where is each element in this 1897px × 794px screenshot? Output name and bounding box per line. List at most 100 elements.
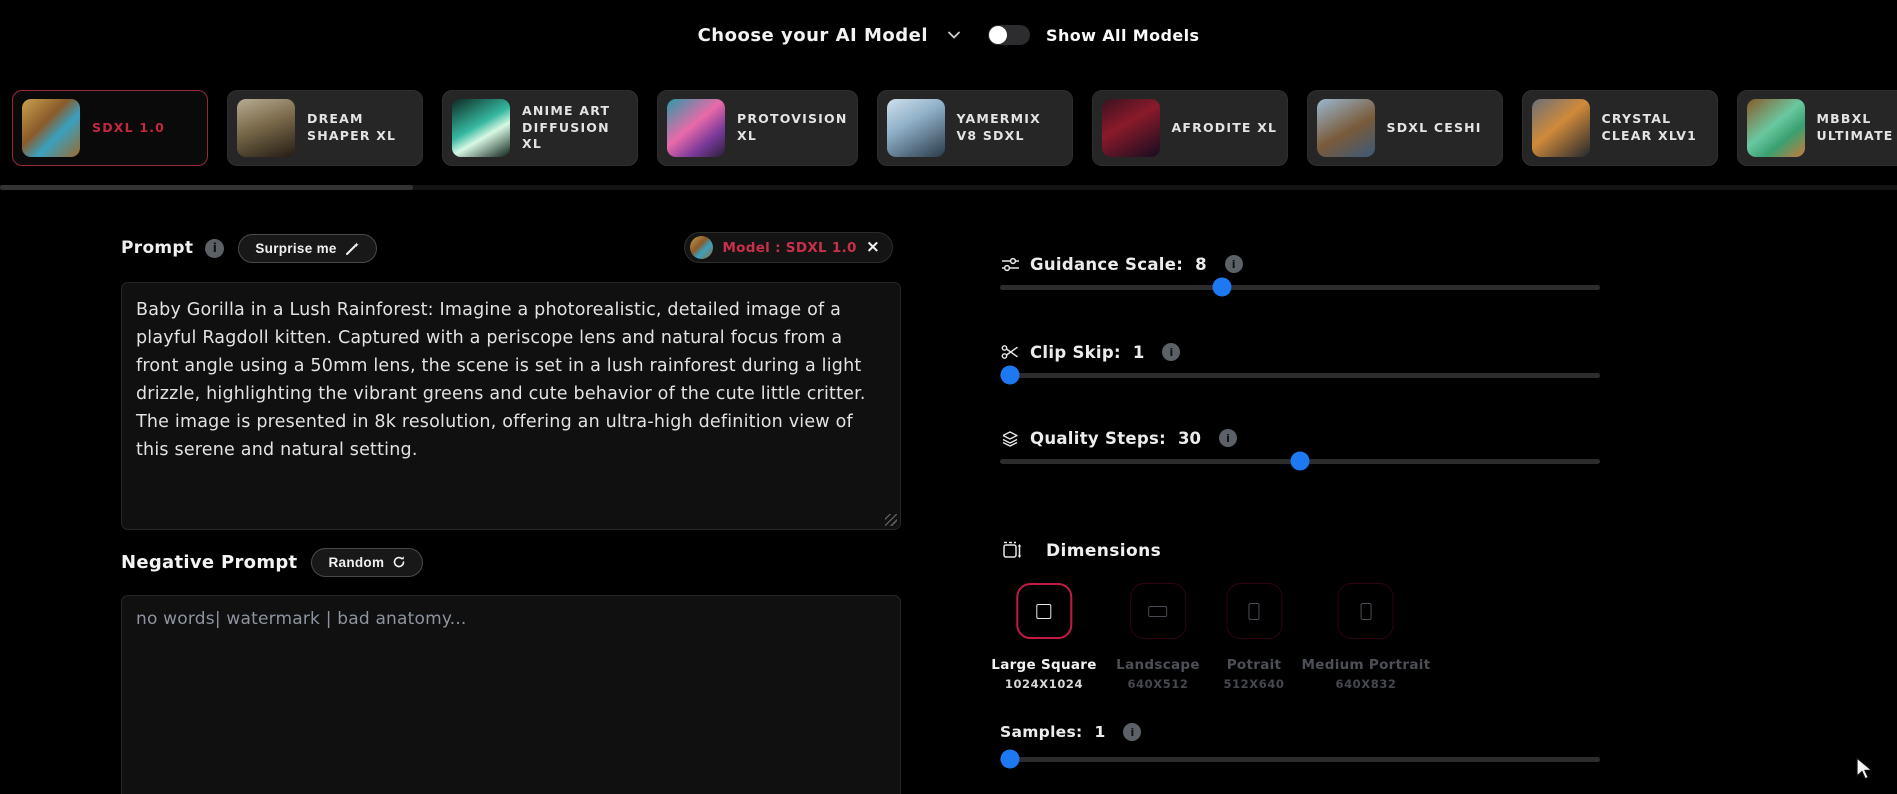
slider-thumb[interactable] bbox=[1001, 366, 1020, 385]
model-card-sdxl-1-0[interactable]: SDXL 1.0 bbox=[12, 90, 208, 166]
samples-value: 1 bbox=[1095, 723, 1106, 741]
prompt-panel: Prompt i Surprise me Model : SDXL 1.0 × … bbox=[121, 232, 901, 794]
guidance-scale-row: Guidance Scale: 8 i bbox=[1000, 253, 1600, 275]
chevron-down-icon[interactable] bbox=[946, 27, 962, 43]
model-name: YAMERMIX V8 SDXL bbox=[957, 111, 1063, 145]
dimension-option-portrait[interactable]: Potrait 512X640 bbox=[1223, 583, 1284, 691]
dimension-size: 640X832 bbox=[1302, 677, 1431, 691]
dimension-option-landscape[interactable]: Landscape 640X512 bbox=[1116, 583, 1200, 691]
selected-model-badge[interactable]: Model : SDXL 1.0 × bbox=[684, 232, 893, 263]
carousel-scrollbar-thumb[interactable] bbox=[0, 185, 413, 190]
clip-skip-label: Clip Skip: bbox=[1030, 343, 1121, 362]
negative-prompt-textarea[interactable]: no words| watermark | bad anatomy... bbox=[121, 595, 901, 794]
samples-row: Samples: 1 i bbox=[1000, 721, 1600, 743]
info-icon[interactable]: i bbox=[1162, 343, 1180, 361]
generation-settings-panel: Guidance Scale: 8 i Clip Sk bbox=[1000, 253, 1600, 794]
model-name: SDXL 1.0 bbox=[92, 120, 165, 137]
clip-skip-slider[interactable] bbox=[1000, 365, 1600, 385]
guidance-scale-value: 8 bbox=[1195, 255, 1206, 274]
model-card-protovision-xl[interactable]: PROTOVISION XL bbox=[657, 90, 858, 166]
clip-skip-setting: Clip Skip: 1 i bbox=[1000, 341, 1600, 363]
model-thumbnail bbox=[887, 99, 945, 157]
layers-icon bbox=[1000, 430, 1020, 447]
slider-thumb[interactable] bbox=[1291, 452, 1310, 471]
negative-prompt-label: Negative Prompt bbox=[121, 552, 297, 573]
negative-prompt-placeholder: no words| watermark | bad anatomy... bbox=[136, 609, 886, 629]
prompt-textarea[interactable]: Baby Gorilla in a Lush Rainforest: Imagi… bbox=[121, 282, 901, 530]
info-icon[interactable]: i bbox=[1219, 429, 1237, 447]
surprise-me-label: Surprise me bbox=[255, 241, 336, 256]
show-all-models-toggle[interactable] bbox=[988, 25, 1030, 45]
model-card-mbbxl-ultimate[interactable]: MBBXL ULTIMATE bbox=[1737, 90, 1897, 166]
model-carousel: SDXL 1.0 DREAM SHAPER XL ANIME ART DIFFU… bbox=[12, 90, 1897, 168]
show-all-models-label: Show All Models bbox=[1046, 26, 1199, 45]
model-name: PROTOVISION XL bbox=[737, 111, 848, 145]
model-thumbnail bbox=[1532, 99, 1590, 157]
info-icon[interactable]: i bbox=[1225, 255, 1243, 273]
model-name: MBBXL ULTIMATE bbox=[1817, 111, 1897, 145]
random-label: Random bbox=[328, 555, 384, 570]
dimension-name: Medium Portrait bbox=[1302, 657, 1431, 673]
samples-slider[interactable] bbox=[1000, 749, 1600, 769]
samples-label: Samples: bbox=[1000, 723, 1083, 741]
model-card-sdxl-ceshi[interactable]: SDXL CESHI bbox=[1307, 90, 1503, 166]
model-thumbnail bbox=[667, 99, 725, 157]
adjustments-icon bbox=[1000, 256, 1020, 273]
quality-steps-row: Quality Steps: 30 i bbox=[1000, 427, 1600, 449]
quality-steps-label: Quality Steps: bbox=[1030, 429, 1166, 448]
model-card-anime-art-diffusion-xl[interactable]: ANIME ART DIFFUSION XL bbox=[442, 90, 638, 166]
surprise-me-button[interactable]: Surprise me bbox=[238, 234, 376, 263]
close-icon[interactable]: × bbox=[866, 239, 880, 256]
portrait-icon bbox=[1226, 583, 1282, 639]
resize-grip-icon[interactable] bbox=[885, 514, 897, 526]
info-icon[interactable]: i bbox=[1123, 723, 1141, 741]
clip-skip-row: Clip Skip: 1 i bbox=[1000, 341, 1600, 363]
info-icon[interactable]: i bbox=[205, 239, 224, 258]
model-name: ANIME ART DIFFUSION XL bbox=[522, 103, 628, 154]
dimension-option-medium-portrait[interactable]: Medium Portrait 640X832 bbox=[1302, 583, 1431, 691]
carousel-scrollbar[interactable] bbox=[0, 185, 1897, 190]
medium-portrait-icon bbox=[1338, 583, 1394, 639]
toggle-knob bbox=[989, 26, 1007, 44]
clip-skip-value: 1 bbox=[1133, 343, 1144, 362]
model-thumbnail bbox=[1102, 99, 1160, 157]
guidance-scale-slider[interactable] bbox=[1000, 277, 1600, 297]
dimension-name: Landscape bbox=[1116, 657, 1200, 673]
slider-track bbox=[1000, 757, 1600, 762]
model-thumbnail bbox=[1317, 99, 1375, 157]
model-picker-header: Choose your AI Model Show All Models bbox=[0, 0, 1897, 70]
model-thumbnail bbox=[22, 99, 80, 157]
slider-thumb[interactable] bbox=[1001, 750, 1020, 769]
model-card-crystal-clear-xlv1[interactable]: CRYSTAL CLEAR XLV1 bbox=[1522, 90, 1718, 166]
quality-steps-setting: Quality Steps: 30 i bbox=[1000, 427, 1600, 449]
guidance-scale-setting: Guidance Scale: 8 i bbox=[1000, 253, 1600, 275]
dimension-name: Large Square bbox=[991, 657, 1096, 673]
refresh-icon bbox=[392, 555, 406, 569]
model-card-yamermix-v8-sdxl[interactable]: YAMERMIX V8 SDXL bbox=[877, 90, 1073, 166]
slider-track bbox=[1000, 373, 1600, 378]
random-button[interactable]: Random bbox=[311, 548, 423, 577]
dimensions-label: Dimensions bbox=[1046, 541, 1161, 561]
dimensions-header: Dimensions bbox=[1002, 541, 1161, 561]
model-badge-label: Model : SDXL 1.0 bbox=[722, 240, 856, 256]
model-thumbnail bbox=[1747, 99, 1805, 157]
model-card-afrodite-xl[interactable]: AFRODITE XL bbox=[1092, 90, 1288, 166]
dimension-size: 1024X1024 bbox=[991, 677, 1096, 691]
samples-setting: Samples: 1 i bbox=[1000, 721, 1600, 743]
ai-image-generator-page: Choose your AI Model Show All Models SDX… bbox=[0, 0, 1897, 794]
prompt-text: Baby Gorilla in a Lush Rainforest: Imagi… bbox=[136, 296, 886, 464]
model-name: DREAM SHAPER XL bbox=[307, 111, 413, 145]
model-thumbnail bbox=[452, 99, 510, 157]
model-card-dream-shaper-xl[interactable]: DREAM SHAPER XL bbox=[227, 90, 423, 166]
dimension-size: 640X512 bbox=[1116, 677, 1200, 691]
dimension-option-large-square[interactable]: Large Square 1024X1024 bbox=[991, 583, 1096, 691]
landscape-icon bbox=[1130, 583, 1186, 639]
quality-steps-slider[interactable] bbox=[1000, 451, 1600, 471]
model-thumbnail bbox=[237, 99, 295, 157]
slider-track bbox=[1000, 285, 1600, 290]
negative-prompt-header-row: Negative Prompt Random bbox=[121, 547, 901, 577]
slider-thumb[interactable] bbox=[1213, 278, 1232, 297]
large-square-icon bbox=[1016, 583, 1072, 639]
guidance-scale-label: Guidance Scale: bbox=[1030, 255, 1183, 274]
model-avatar bbox=[690, 236, 713, 259]
